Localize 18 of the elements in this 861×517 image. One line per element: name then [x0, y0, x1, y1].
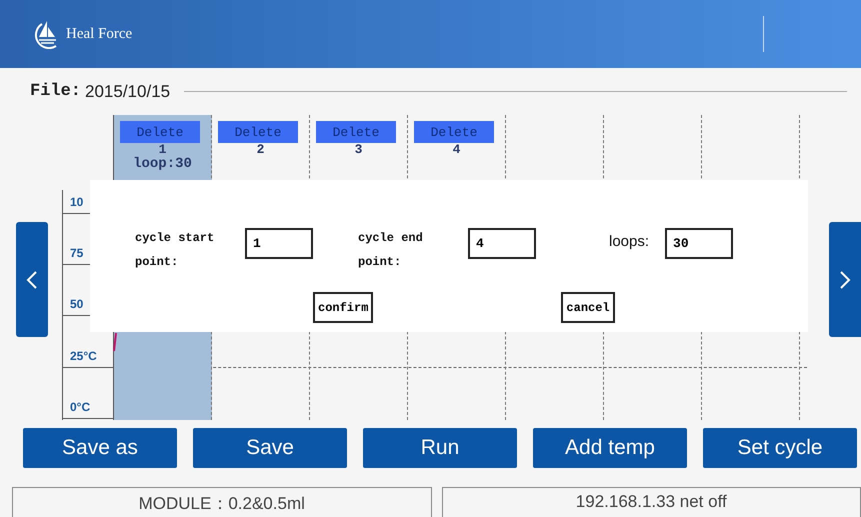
axis-label: 10 — [70, 195, 84, 209]
axis-label: 25°C — [70, 349, 97, 363]
axis-label: 50 — [70, 297, 84, 311]
brand-name: Heal Force — [66, 26, 132, 42]
step-number: 1 — [158, 143, 166, 157]
step-number: 3 — [354, 143, 362, 157]
field-label: cycle start point: — [135, 230, 216, 271]
axis-label: 0°C — [70, 400, 90, 414]
field-label: cycle end point: — [358, 230, 424, 271]
step-number: 2 — [256, 143, 264, 157]
file-name: 2015/10/15 — [85, 82, 170, 102]
field-label: loops: — [609, 232, 650, 252]
step-number: 4 — [452, 143, 460, 157]
loop-count: loop:30 — [133, 157, 192, 171]
status-text: 192.168.1.33 net off — [442, 487, 861, 517]
axis-label: 75 — [70, 246, 84, 260]
file-label: File: — [30, 82, 82, 101]
status-text: MODULE：0.2&0.5ml — [12, 487, 432, 517]
